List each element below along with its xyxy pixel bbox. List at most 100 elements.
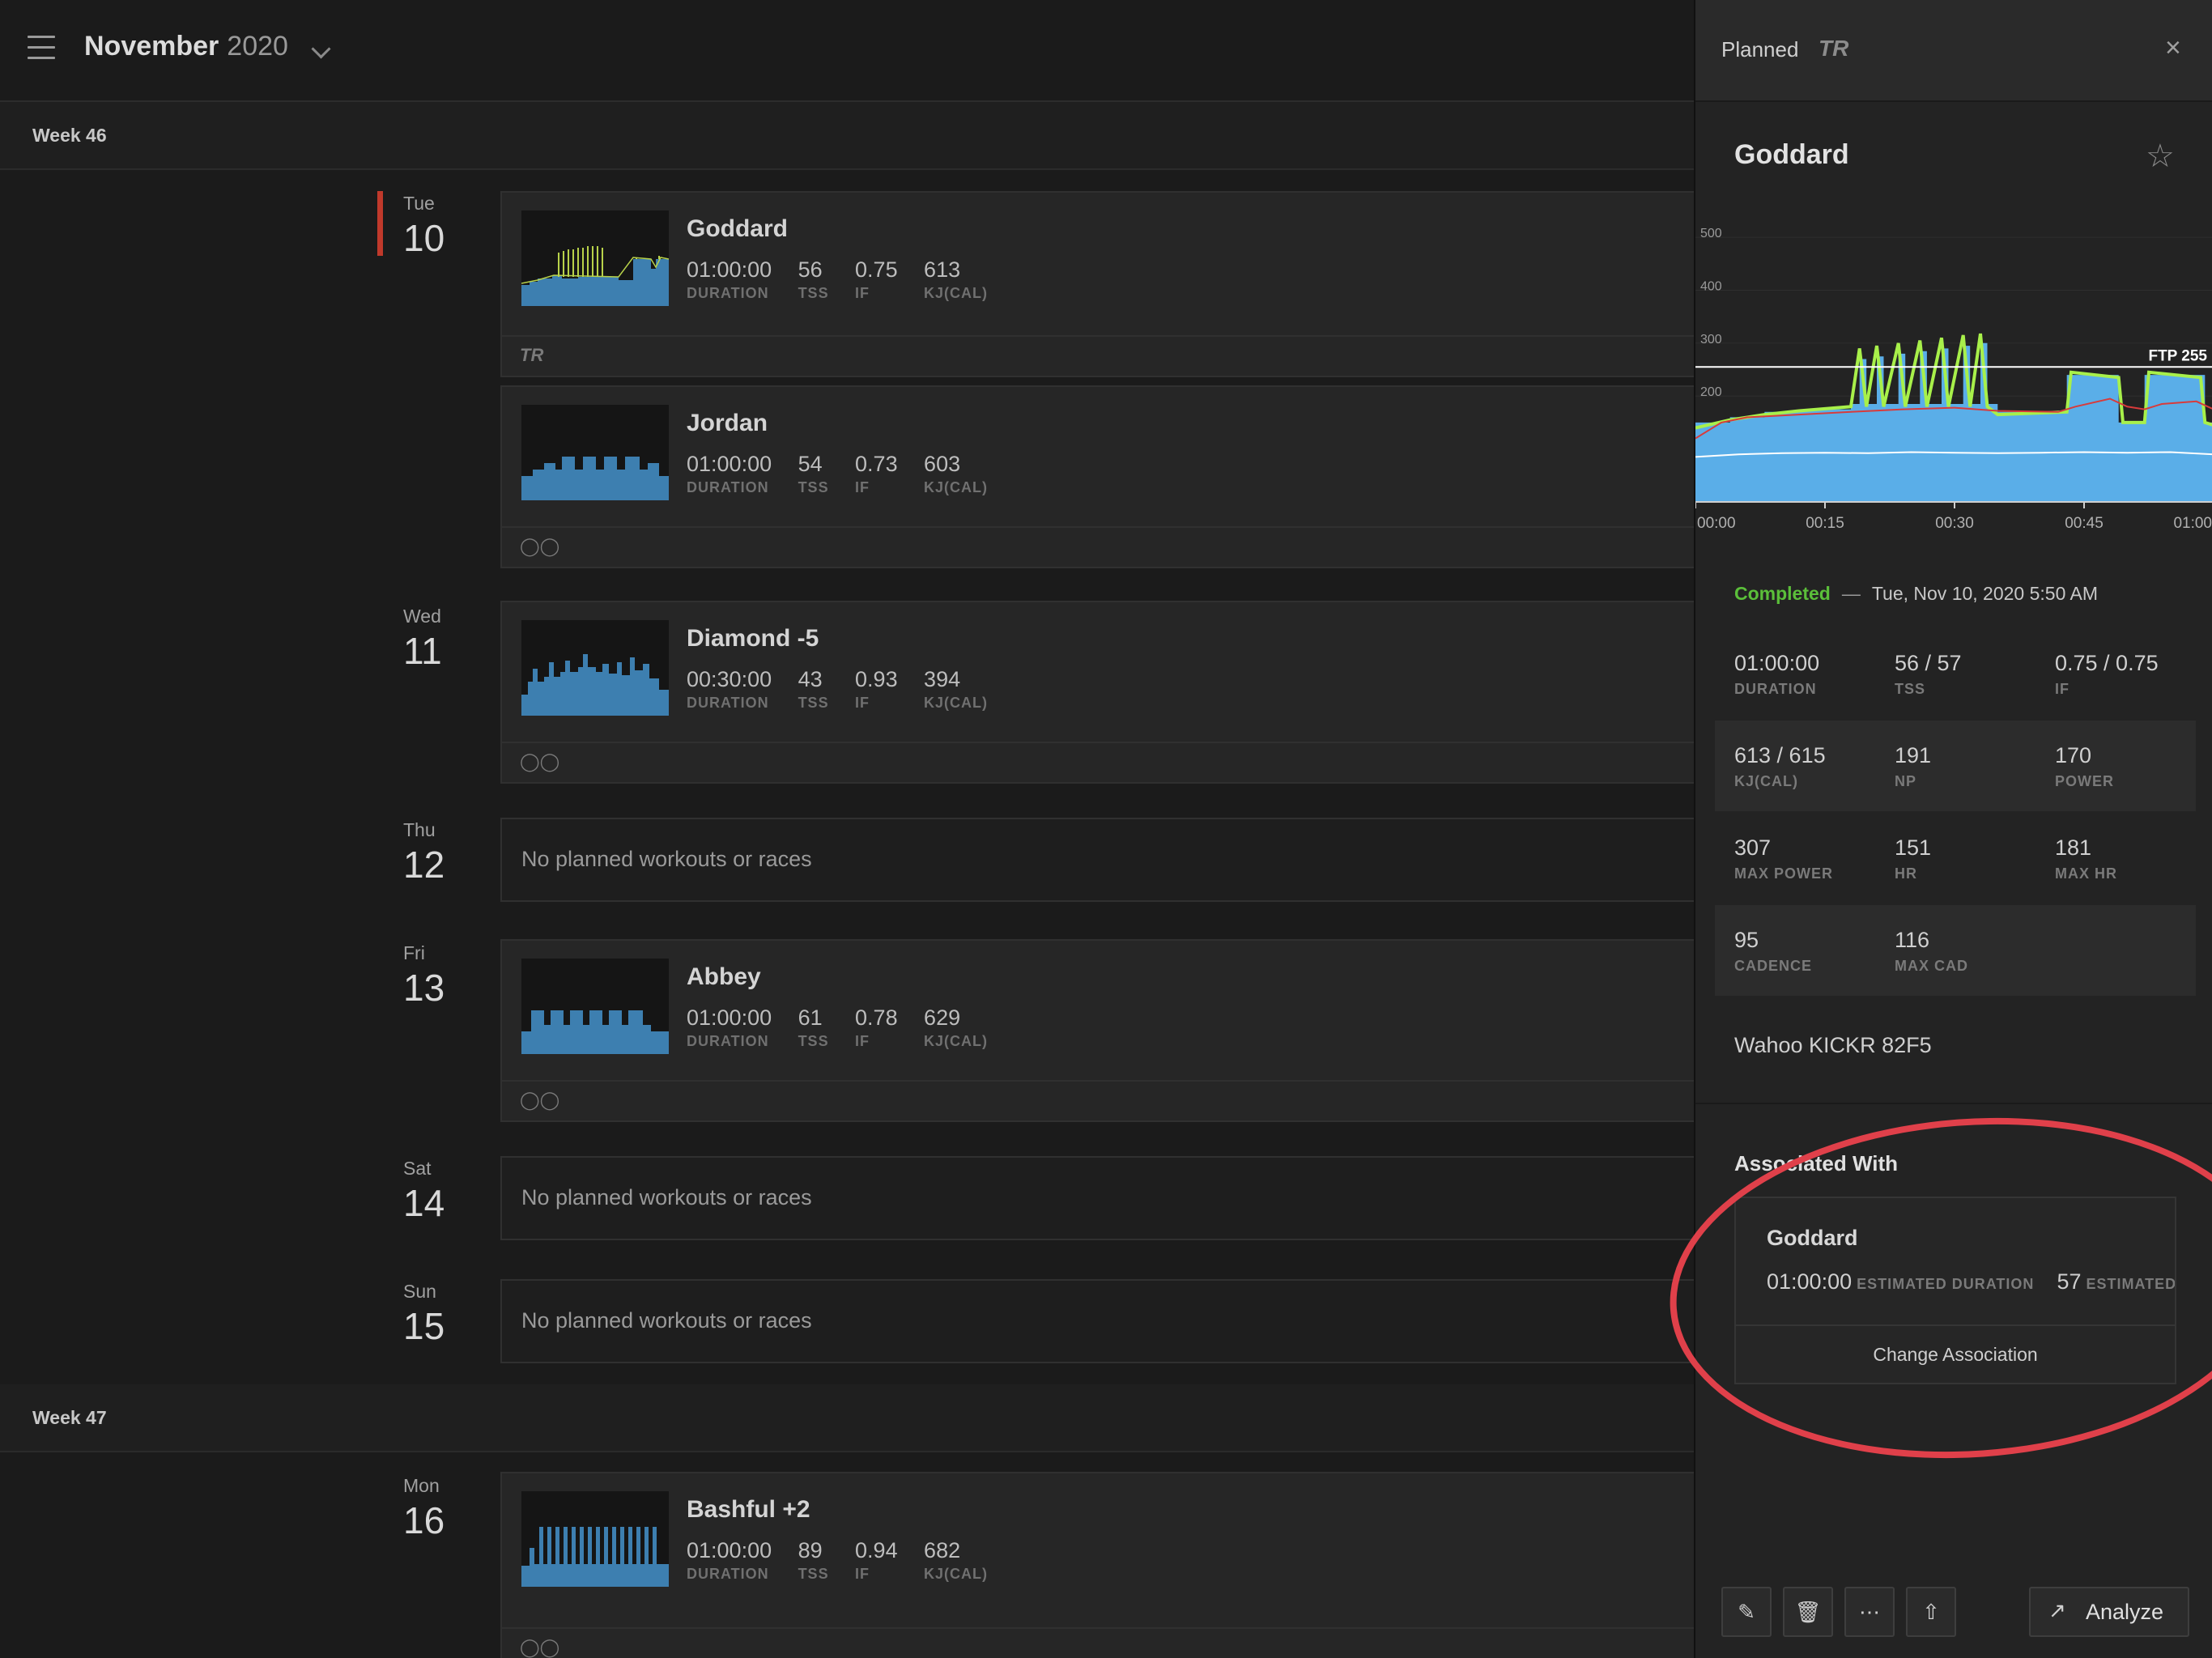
day-label: Thu 12 bbox=[403, 819, 500, 886]
stat-value: 0.75 / 0.75 bbox=[2055, 651, 2159, 675]
associated-workout-name: Goddard bbox=[1767, 1226, 1858, 1250]
analyze-button[interactable]: ↗ Analyze bbox=[2029, 1587, 2189, 1637]
stat-value: 191 bbox=[1895, 743, 1932, 767]
day-number: 11 bbox=[403, 630, 442, 672]
workout-name: Jordan bbox=[687, 410, 768, 436]
stat-value: 56 / 57 bbox=[1895, 651, 1962, 675]
empty-day-text: No planned workouts or races bbox=[521, 847, 812, 871]
bike-icon: ◯◯ bbox=[520, 1090, 560, 1110]
kj-label: KJ(CAL) bbox=[924, 695, 989, 711]
tss-value: 54 bbox=[798, 452, 823, 476]
stat-value: 95 bbox=[1734, 928, 1759, 952]
workout-card[interactable]: Abbey 01:00:00 DURATION 61 TSS 0.78 IF 629 K… bbox=[500, 939, 1694, 1122]
est-tss-value: 57 bbox=[2057, 1269, 2082, 1294]
workout-card[interactable]: Jordan 01:00:00 DURATION 54 TSS 0.73 IF 603… bbox=[500, 385, 1694, 568]
duration-label: DURATION bbox=[687, 479, 769, 495]
kj-label: KJ(CAL) bbox=[924, 285, 989, 301]
menu-icon[interactable] bbox=[28, 36, 55, 60]
kj-value: 394 bbox=[924, 667, 961, 691]
est-tss-label: ESTIMATED TSS bbox=[2086, 1276, 2175, 1292]
stat-label: HR bbox=[1895, 865, 1917, 882]
stat-value: 01:00:00 bbox=[1734, 651, 1820, 675]
week-header: Week 47 bbox=[0, 1384, 1694, 1452]
more-button[interactable]: ⋯ bbox=[1844, 1587, 1895, 1637]
completion-date: Tue, Nov 10, 2020 5:50 AM bbox=[1871, 583, 2098, 604]
completion-status: Completed — Tue, Nov 10, 2020 5:50 AM bbox=[1734, 583, 2098, 605]
stat-value: 307 bbox=[1734, 835, 1772, 860]
duration-value: 01:00:00 bbox=[687, 1538, 772, 1562]
day-of-week: Thu bbox=[403, 819, 436, 840]
trash-icon: 🗑 bbox=[1794, 1600, 1822, 1624]
y-tick-label: 200 bbox=[1700, 385, 1722, 399]
stats-row: 307 MAX POWER 151 HR 181 MAX HR bbox=[1715, 813, 2196, 903]
day-label: Wed 11 bbox=[403, 606, 500, 673]
panel-title: Planned bbox=[1721, 37, 1799, 62]
x-tick-label: 00:45 bbox=[2065, 515, 2104, 532]
empty-day[interactable]: No planned workouts or races bbox=[500, 818, 1694, 902]
bike-icon: ◯◯ bbox=[520, 751, 560, 772]
duration-value: 01:00:00 bbox=[687, 1005, 772, 1030]
workout-thumbnail bbox=[521, 1491, 669, 1587]
tss-label: TSS bbox=[798, 1566, 829, 1582]
stats-row: 95 CADENCE 116 MAX CAD bbox=[1715, 905, 2196, 996]
day-label: Sun 15 bbox=[403, 1281, 500, 1348]
workout-card[interactable]: Bashful +2 01:00:00 DURATION 89 TSS 0.94 IF… bbox=[500, 1472, 1694, 1658]
if-value: 0.75 bbox=[855, 257, 898, 282]
workout-metrics: 00:30:00 DURATION 43 TSS 0.93 IF 394 KJ(CAL) bbox=[687, 667, 1010, 712]
bike-icon: ◯◯ bbox=[520, 1637, 560, 1657]
card-footer: ◯◯ bbox=[502, 742, 1694, 782]
workout-metrics: 01:00:00 DURATION 61 TSS 0.78 IF 629 KJ(CAL) bbox=[687, 1005, 1010, 1050]
empty-day[interactable]: No planned workouts or races bbox=[500, 1279, 1694, 1363]
workout-name: Bashful +2 bbox=[687, 1496, 810, 1523]
divider bbox=[1695, 1103, 2212, 1104]
stat-label: MAX CAD bbox=[1895, 958, 1968, 974]
est-duration-label: ESTIMATED DURATION bbox=[1857, 1276, 2035, 1292]
pencil-icon: ✎ bbox=[1738, 1600, 1755, 1624]
day-of-week: Fri bbox=[403, 942, 425, 963]
associated-workout-card[interactable]: Goddard 01:00:00 ESTIMATED DURATION 57 ESTI… bbox=[1734, 1197, 2176, 1384]
chevron-down-icon[interactable] bbox=[311, 39, 331, 59]
duration-label: DURATION bbox=[687, 285, 769, 301]
tr-logo-icon: TR bbox=[1819, 36, 1849, 61]
day-number: 10 bbox=[403, 217, 445, 259]
kj-value: 629 bbox=[924, 1005, 961, 1030]
if-label: IF bbox=[855, 1566, 870, 1582]
kj-value: 613 bbox=[924, 257, 961, 282]
stat-label: DURATION bbox=[1734, 681, 1817, 697]
day-number: 13 bbox=[403, 967, 445, 1009]
week-label: Week 46 bbox=[32, 125, 107, 146]
empty-day[interactable]: No planned workouts or races bbox=[500, 1156, 1694, 1240]
stats-row: 01:00:00 DURATION 56 / 57 TSS 0.75 / 0.75 I… bbox=[1715, 628, 2196, 719]
stat-label: POWER bbox=[2055, 773, 2115, 789]
y-tick-label: 300 bbox=[1700, 333, 1722, 346]
workout-detail-panel: Planned TR × Goddard ☆ 500 400 300 200 FTP 2… bbox=[1694, 0, 2212, 1658]
device-name: Wahoo KICKR 82F5 bbox=[1734, 1033, 1932, 1057]
close-icon[interactable]: × bbox=[2165, 32, 2181, 64]
change-association-button[interactable]: Change Association bbox=[1736, 1324, 2175, 1383]
est-duration-value: 01:00:00 bbox=[1767, 1269, 1853, 1294]
delete-button[interactable]: 🗑 bbox=[1783, 1587, 1833, 1637]
tss-label: TSS bbox=[798, 695, 829, 711]
tss-label: TSS bbox=[798, 479, 829, 495]
tss-value: 89 bbox=[798, 1538, 823, 1562]
x-tick-label: 00:30 bbox=[1935, 515, 1974, 532]
workout-card[interactable]: Diamond -5 00:30:00 DURATION 43 TSS 0.93 IF… bbox=[500, 601, 1694, 784]
edit-button[interactable]: ✎ bbox=[1721, 1587, 1772, 1637]
if-value: 0.94 bbox=[855, 1538, 898, 1562]
day-of-week: Tue bbox=[403, 193, 435, 214]
month-selector[interactable]: November 2020 bbox=[84, 31, 288, 62]
day-of-week: Wed bbox=[403, 606, 441, 627]
workout-card[interactable]: Goddard 01:00:00 DURATION 56 TSS 0.75 IF 61… bbox=[500, 191, 1694, 377]
card-footer: ◯◯ bbox=[502, 1080, 1694, 1120]
workout-title: Goddard bbox=[1734, 139, 1849, 170]
panel-header: Planned TR × bbox=[1695, 0, 2212, 102]
star-icon[interactable]: ☆ bbox=[2146, 138, 2175, 175]
workout-thumbnail bbox=[521, 210, 669, 306]
x-tick-label: 01:00 bbox=[2173, 515, 2212, 532]
stat-label: TSS bbox=[1895, 681, 1926, 697]
bike-icon: ◯◯ bbox=[520, 536, 560, 556]
share-button[interactable]: ⇧ bbox=[1906, 1587, 1956, 1637]
stat-value: 151 bbox=[1895, 835, 1932, 860]
power-profile-chart: 500 400 300 200 FTP 255 00:00 00:15 00:30 00:45 0… bbox=[1695, 219, 2212, 542]
if-label: IF bbox=[855, 695, 870, 711]
